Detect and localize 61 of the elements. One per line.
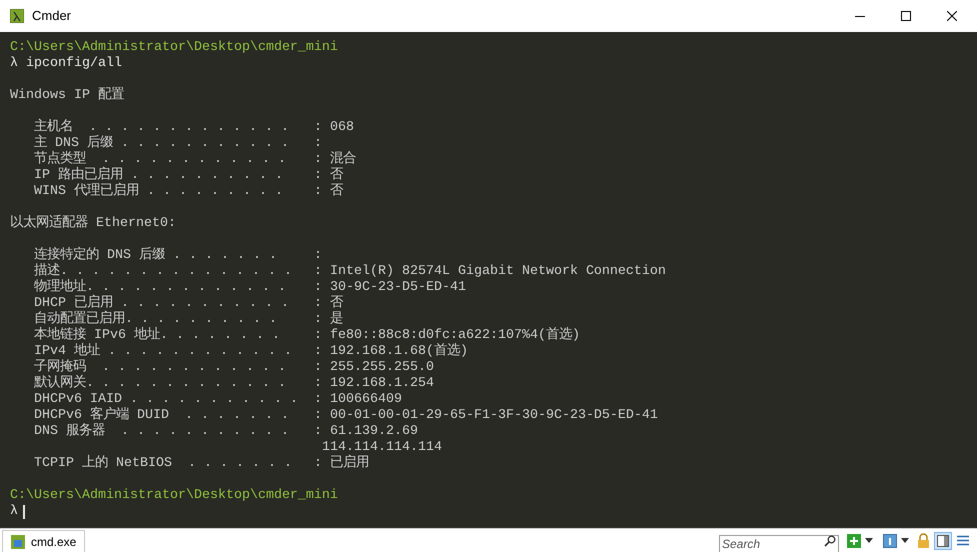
menu-icon[interactable] [957, 535, 969, 546]
plus-icon [849, 536, 859, 546]
panel-icon [937, 534, 949, 546]
close-icon [947, 11, 957, 21]
prompt-symbol: λ [10, 504, 18, 520]
entry-value: 114.114.114.114 [322, 440, 442, 455]
caret-icon[interactable] [901, 538, 909, 543]
entry-label: 默认网关. . . . . . . . . . . . . [34, 376, 287, 392]
entry-label: DHCPv6 IAID . . . . . . . . . . . [34, 392, 299, 407]
entry-value: : 混合 [314, 152, 356, 168]
entry-value: : 否 [314, 168, 343, 184]
entry-value: : 否 [314, 184, 343, 200]
search-icon [824, 534, 836, 546]
entry-label: 主 DNS 后缀 . . . . . . . . . . . [34, 136, 290, 151]
entry-value: : fe80::88c8:d0fc:a622:107%4(首选) [314, 328, 580, 343]
console-icon [11, 534, 25, 548]
prompt-symbol: λ [10, 56, 18, 72]
entry-value: : 否 [314, 296, 343, 311]
panel-toggle-button[interactable] [934, 532, 952, 550]
maximize-icon [901, 11, 911, 21]
entry-value: : [314, 136, 322, 152]
entry-label: 本地链接 IPv6 地址. . . . . . . . [34, 328, 281, 343]
entry-label: TCPIP 上的 NetBIOS . . . . . . . [34, 456, 293, 472]
entry-label: DNS 服务器 . . . . . . . . . . . [34, 424, 290, 440]
entry-label: 描述. . . . . . . . . . . . . . . [34, 264, 293, 279]
lambda-app-icon [10, 9, 24, 23]
entry-value: : [314, 248, 322, 264]
section-heading: Windows IP 配置 [10, 88, 124, 104]
entry-label: DHCPv6 客户端 DUID . . . . . . . [34, 408, 290, 423]
prompt-path: C:\Users\Administrator\Desktop\cmder_mini [10, 488, 338, 504]
entry-value: : 已启用 [314, 456, 369, 472]
entry-value: : 100666409 [314, 392, 402, 408]
entry-label: 自动配置已启用. . . . . . . . . . [34, 312, 278, 327]
caret-icon[interactable] [865, 538, 873, 543]
window-icon[interactable] [883, 534, 897, 548]
entry-value: : 255.255.255.0 [314, 360, 434, 376]
prompt-path: C:\Users\Administrator\Desktop\cmder_mini [10, 40, 338, 56]
window-title: Cmder [32, 7, 72, 26]
console-tab[interactable]: cmd.exe [2, 530, 86, 552]
section-heading: 以太网适配器 Ethernet0: [10, 216, 176, 232]
entry-label: 节点类型 . . . . . . . . . . . . [34, 152, 287, 167]
entry-value: : Intel(R) 82574L Gigabit Network Connection [314, 264, 666, 280]
entry-value: : 61.139.2.69 [314, 424, 418, 440]
entry-label: DHCP 已启用 . . . . . . . . . . . [34, 296, 290, 311]
entry-label: 物理地址. . . . . . . . . . . . . [34, 280, 287, 295]
entry-label: 子网掩码 . . . . . . . . . . . . [34, 360, 287, 375]
entry-value: : 30-9C-23-D5-ED-41 [314, 280, 466, 296]
command-text: ipconfig/all [26, 56, 122, 72]
entry-label: 连接特定的 DNS 后缀 . . . . . . . [34, 248, 278, 263]
entry-label: IP 路由已启用 . . . . . . . . . . [34, 168, 284, 183]
lock-icon[interactable] [917, 533, 930, 548]
entry-label: IPv4 地址 . . . . . . . . . . . . [34, 344, 293, 359]
search-field[interactable]: Search [719, 534, 839, 552]
entry-value: : 192.168.1.68(首选) [314, 344, 468, 360]
entry-value: : 192.168.1.254 [314, 376, 434, 392]
entry-value: : 068 [314, 120, 354, 136]
entry-value: : 00-01-00-01-29-65-F1-3F-30-9C-23-D5-ED-41 [314, 408, 658, 424]
entry-value: : 是 [314, 312, 343, 328]
text-cursor [23, 505, 25, 519]
entry-label: 主机名 . . . . . . . . . . . . . [34, 120, 290, 135]
entry-label: WINS 代理已启用 . . . . . . . . . [34, 184, 284, 200]
